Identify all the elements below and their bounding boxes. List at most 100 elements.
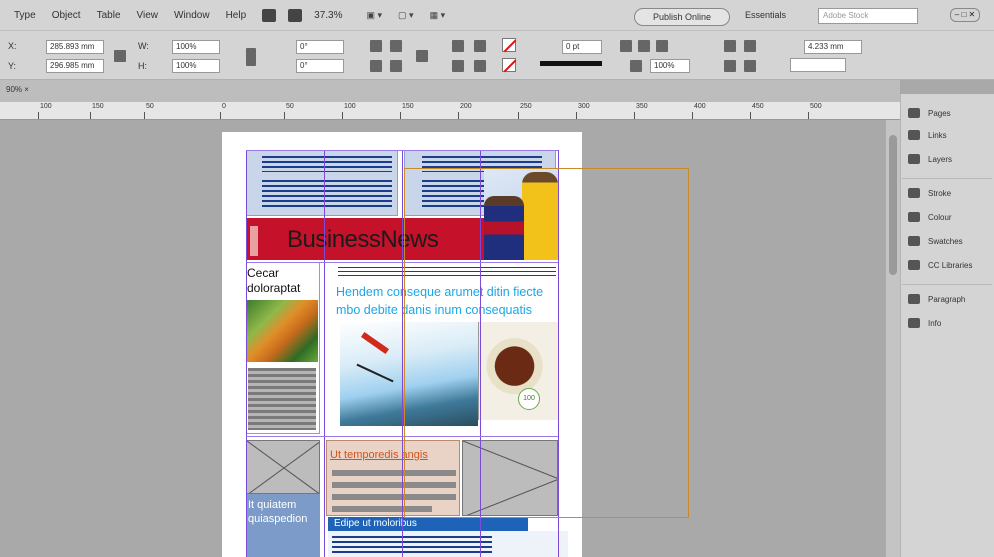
flip-vertical-icon[interactable] [390,60,402,72]
zoom-level[interactable]: 37.3% [314,10,342,21]
opacity-field[interactable]: 100% [650,59,690,73]
panel-pages[interactable]: Pages [908,108,951,118]
stroke-weight-field[interactable]: 0 pt [562,40,602,54]
ruler-tick: 150 [92,103,104,110]
select-previous-icon[interactable] [452,60,464,72]
color-icon [908,212,920,222]
scrollbar-thumb[interactable] [889,135,897,275]
scale-x-field[interactable]: 100% [172,40,220,54]
panel-label: Swatches [928,236,963,246]
screen-mode-dropdown[interactable]: ▢ ▾ [398,10,414,21]
distribute-icon[interactable] [744,60,756,72]
quaerat-heading[interactable]: It quiatem quiaspedion [248,498,318,526]
ruler-tick: 150 [402,103,414,110]
stroke-icon [908,188,920,198]
document-tab[interactable]: 90% × [6,85,29,94]
select-container-icon[interactable] [452,40,464,52]
pages-icon [908,108,920,118]
masthead-accent [250,226,258,256]
ruler-tick: 450 [752,103,764,110]
ruler-tick: 100 [40,103,52,110]
panel-label: Info [928,318,942,328]
fit-frame-icon[interactable] [638,40,650,52]
scale-link-icon[interactable] [246,48,256,66]
column-guide [324,150,325,557]
links-icon [908,130,920,140]
ruler-tick: 300 [578,103,590,110]
column-guide [402,150,403,557]
paragraph-icon [908,294,920,304]
cc-libraries-icon [908,260,920,270]
rotate-ccw-icon[interactable] [370,40,382,52]
control-panel [0,30,994,80]
rotate-angle-field[interactable]: 0° [296,40,344,54]
stock-search-input[interactable]: Adobe Stock [818,8,918,24]
object-style-dropdown[interactable] [790,58,846,72]
ruler-tick: 350 [636,103,648,110]
panel-divider [902,284,992,285]
window-controls[interactable]: – □ ✕ [950,8,980,22]
x-position-field[interactable]: 285.893 mm [46,40,104,54]
menu-table[interactable]: Table [97,10,121,21]
menu-object[interactable]: Object [52,10,81,21]
publish-online-button[interactable]: Publish Online [634,8,730,26]
empty-image-frame-left[interactable] [246,440,320,494]
view-options-dropdown[interactable]: ▣ ▾ [367,10,383,21]
editor-heading[interactable]: Edipe ut moloribus [334,518,417,529]
text-wrap-icon[interactable] [724,40,736,52]
column-guide [246,150,247,557]
reference-value-field[interactable]: 4.233 mm [804,40,862,54]
panel-info[interactable]: Info [908,318,941,328]
arrange-documents-dropdown[interactable]: ▦ ▾ [430,10,446,21]
panel-layers[interactable]: Layers [908,154,952,164]
ruler-tick: 100 [344,103,356,110]
ruler-tick: 50 [146,103,154,110]
ruler-tick: 50 [286,103,294,110]
stock-icon[interactable] [288,8,303,22]
menu-window[interactable]: Window [174,10,210,21]
bridge-icon[interactable] [262,8,277,22]
stroke-type-dropdown[interactable] [540,61,602,66]
panel-cc-libraries[interactable]: CC Libraries [908,260,972,270]
reference-point-icon[interactable] [416,50,428,62]
body-text [262,156,392,172]
selected-frame-outline[interactable] [404,168,689,518]
wrap-around-icon[interactable] [744,40,756,52]
margin-guide [246,150,558,151]
y-position-field[interactable]: 296.985 mm [46,59,104,73]
panel-label: Stroke [928,188,952,198]
horizontal-ruler[interactable]: 100 150 50 0 50 100 150 200 250 300 350 … [0,102,900,120]
info-icon [908,318,920,328]
ruler-tick: 0 [222,103,226,110]
select-content-icon[interactable] [474,40,486,52]
shear-angle-field[interactable]: 0° [296,59,344,73]
panel-color[interactable]: Colour [908,212,952,222]
workspace-switcher[interactable]: Essentials [745,10,786,20]
layers-icon [908,154,920,164]
menu-type[interactable]: Type [14,10,36,21]
flip-horizontal-icon[interactable] [370,60,382,72]
panel-paragraph[interactable]: Paragraph [908,294,965,304]
panel-label: Colour [928,212,952,222]
panel-links[interactable]: Links [908,130,947,140]
tiger-image[interactable] [246,300,318,362]
effects-icon[interactable] [630,60,642,72]
panel-stroke[interactable]: Stroke [908,188,951,198]
ruler-tick: 500 [810,103,822,110]
fill-swatch[interactable] [502,38,516,52]
rotate-cw-icon[interactable] [390,40,402,52]
stroke-swatch[interactable] [502,58,516,72]
menu-help[interactable]: Help [226,10,247,21]
scale-y-field[interactable]: 100% [172,59,220,73]
w-label: W: [138,41,149,51]
align-icon[interactable] [724,60,736,72]
cecar-heading[interactable]: Cecar doloraptat [247,266,317,296]
panel-label: Paragraph [928,294,966,304]
select-next-icon[interactable] [474,60,486,72]
frame-fitting-icon[interactable] [620,40,632,52]
panel-swatches[interactable]: Swatches [908,236,963,246]
center-content-icon[interactable] [656,40,668,52]
ruler-tick: 250 [520,103,532,110]
constrain-proportions-icon[interactable] [114,50,126,62]
menu-view[interactable]: View [137,10,159,21]
